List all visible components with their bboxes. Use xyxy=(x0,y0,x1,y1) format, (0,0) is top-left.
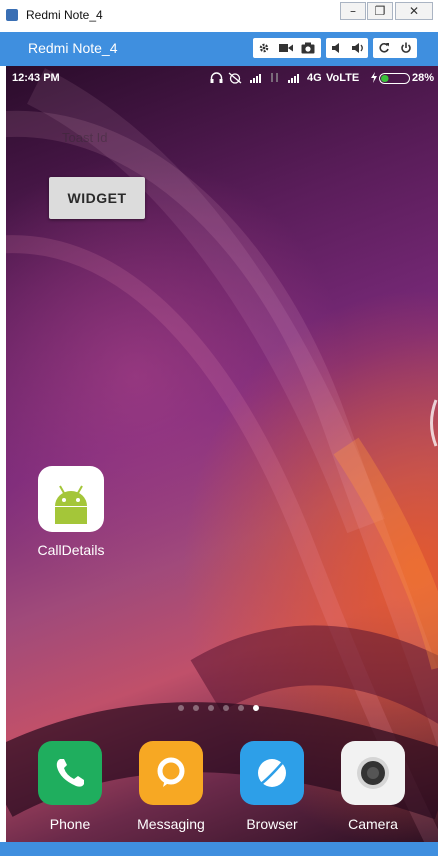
widget-button[interactable]: WIDGET xyxy=(49,177,145,219)
power-icon xyxy=(401,42,411,53)
page-dot[interactable] xyxy=(208,705,214,711)
maximize-icon: ❐ xyxy=(374,4,386,18)
battery-percent: 28% xyxy=(412,72,435,84)
status-time: 12:43 PM xyxy=(12,72,60,84)
page-dot-active[interactable] xyxy=(253,705,259,711)
charging-icon xyxy=(371,72,377,83)
close-icon: ✕ xyxy=(408,4,420,18)
device-title: Redmi Note_4 xyxy=(28,40,118,56)
phone-app-icon xyxy=(38,741,102,805)
data-transfer-icon xyxy=(271,73,278,82)
dock-label-messaging: Messaging xyxy=(137,816,205,832)
volume-up-button[interactable] xyxy=(347,38,368,58)
alarm-off-icon xyxy=(228,72,242,84)
camera-icon xyxy=(301,42,315,54)
edge-handle-icon[interactable] xyxy=(426,398,438,448)
minimize-icon: – xyxy=(350,4,356,18)
volume-up-icon xyxy=(352,43,363,53)
dock-label-camera: Camera xyxy=(348,816,398,832)
page-indicator xyxy=(178,704,268,712)
messaging-app-icon xyxy=(139,741,203,805)
minimize-button[interactable]: – xyxy=(340,2,366,20)
tool-group-volume xyxy=(326,38,368,58)
camera-app-icon xyxy=(341,741,405,805)
window-titlebar: Redmi Note_4 – ❐ ✕ xyxy=(0,0,438,32)
network-type: 4G xyxy=(307,72,322,84)
browser-app-icon xyxy=(240,741,304,805)
vysor-bottom-bar xyxy=(0,842,438,856)
battery-icon xyxy=(379,73,410,84)
signal-icon-1 xyxy=(250,74,261,83)
status-bar: 12:43 PM 4G VoLTE 28% xyxy=(6,66,438,90)
rotate-icon xyxy=(379,43,389,53)
tool-group-power xyxy=(373,38,417,58)
settings-button[interactable] xyxy=(253,38,275,58)
close-button[interactable]: ✕ xyxy=(395,2,433,20)
app-label: CallDetails xyxy=(37,542,105,558)
page-dot[interactable] xyxy=(193,705,199,711)
android-icon xyxy=(38,466,104,532)
dock-label-browser: Browser xyxy=(246,816,298,832)
signal-icon-2 xyxy=(288,74,299,83)
tool-group-capture xyxy=(253,38,321,58)
gear-icon xyxy=(259,43,269,53)
headset-icon xyxy=(210,72,223,83)
rotate-button[interactable] xyxy=(373,38,395,58)
page-dot[interactable] xyxy=(238,705,244,711)
maximize-button[interactable]: ❐ xyxy=(367,2,393,20)
window-title: Redmi Note_4 xyxy=(26,8,103,22)
record-button[interactable] xyxy=(275,38,297,58)
faded-label: Toast Id xyxy=(62,130,108,145)
phone-screen: 12:43 PM 4G VoLTE 28% Toast Id WIDGET Ca… xyxy=(6,66,438,842)
volte-label: VoLTE xyxy=(326,72,360,84)
power-button[interactable] xyxy=(395,38,417,58)
screenshot-button[interactable] xyxy=(297,38,319,58)
volume-down-button[interactable] xyxy=(326,38,347,58)
dock-label-phone: Phone xyxy=(49,816,91,832)
video-camera-icon xyxy=(279,44,293,52)
page-dot[interactable] xyxy=(178,705,184,711)
app-window-icon xyxy=(6,9,18,21)
page-dot[interactable] xyxy=(223,705,229,711)
volume-down-icon xyxy=(331,43,339,53)
